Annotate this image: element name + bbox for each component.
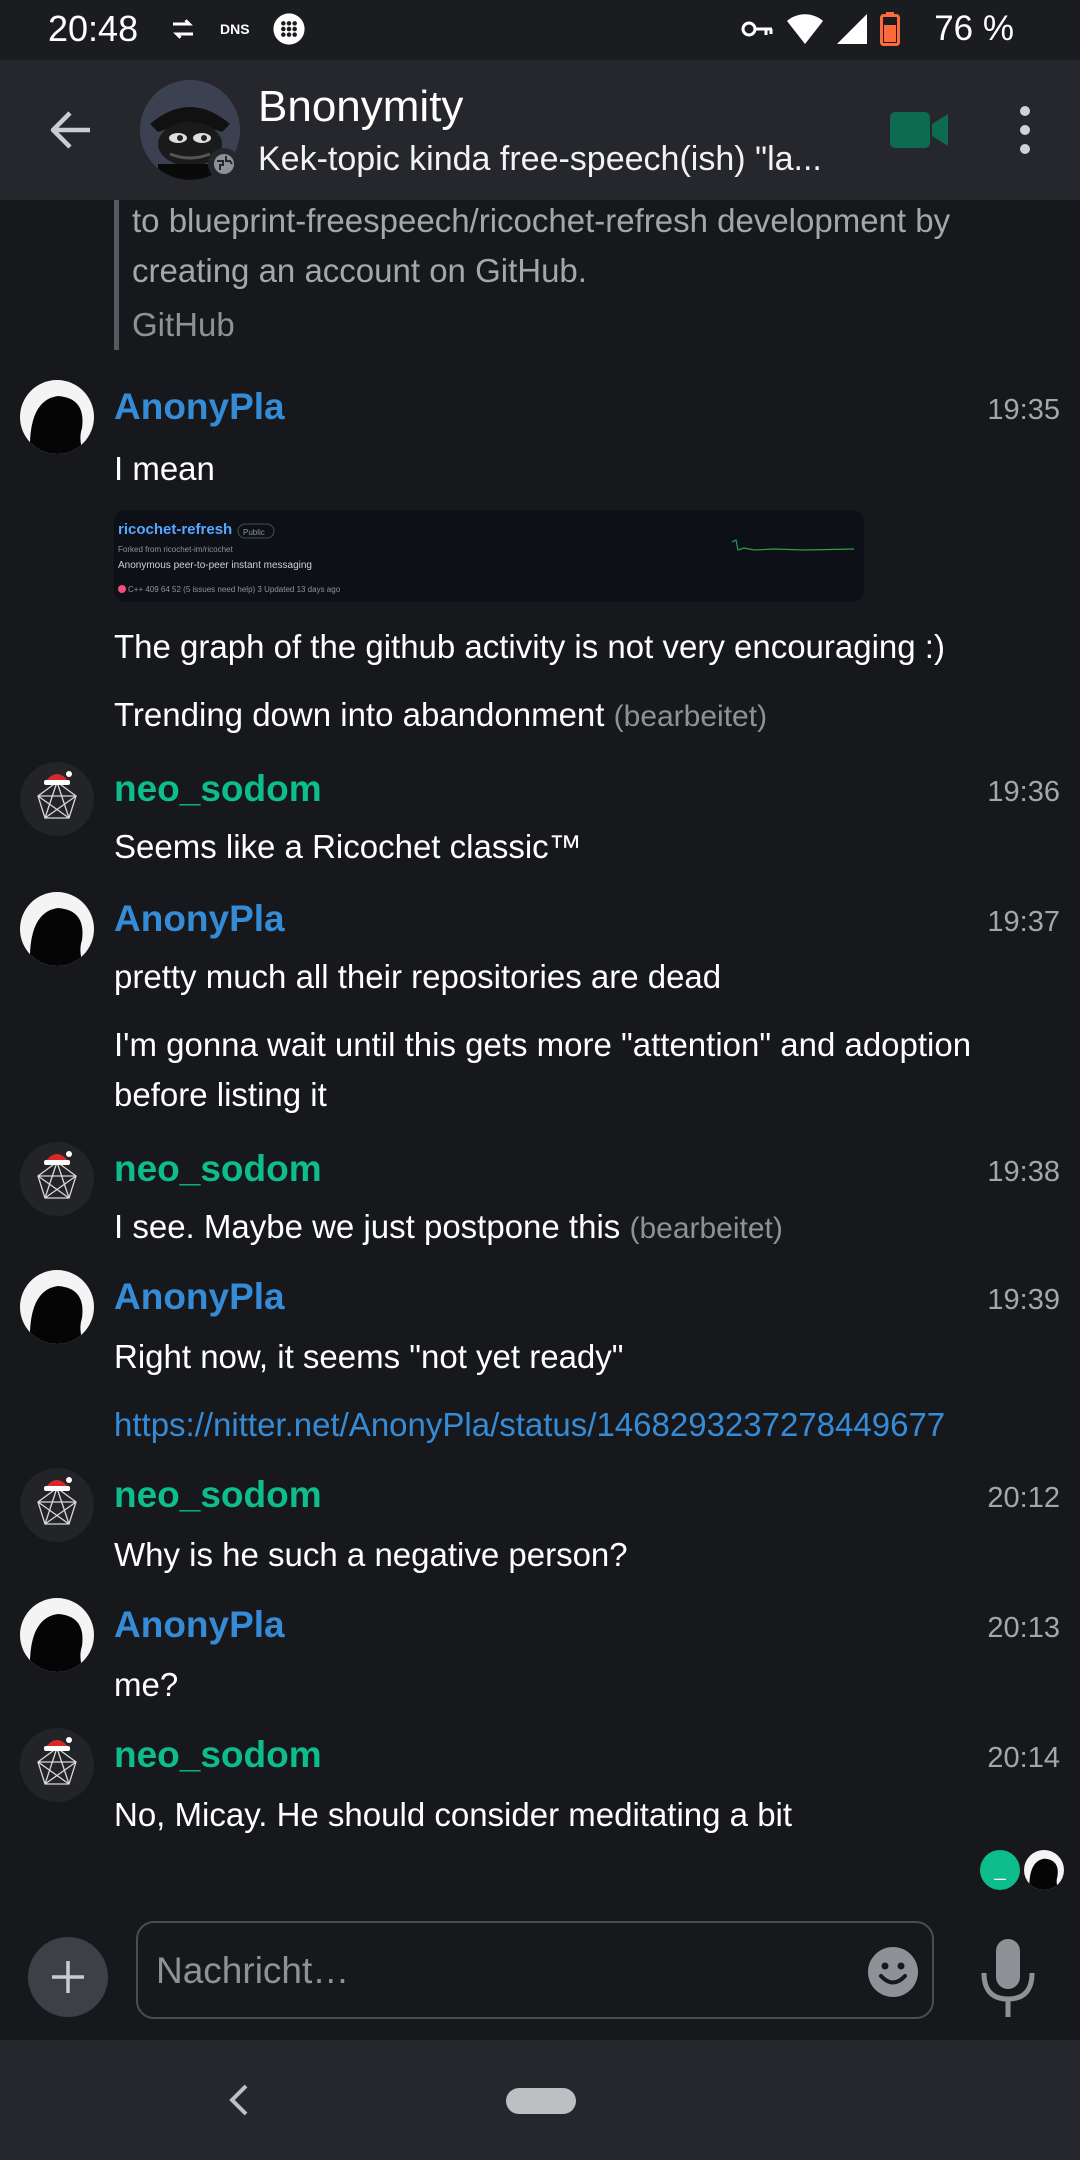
read-receipts[interactable]: _ <box>980 1850 1064 1890</box>
read-receipt-avatar <box>1024 1850 1064 1890</box>
message-text: Right now, it seems "not yet ready" <box>114 1338 624 1375</box>
image-message[interactable]: ricochet-refresh Public Forked from rico… <box>114 510 864 602</box>
sender-name[interactable]: neo_sodom <box>114 1474 322 1516</box>
data-saver-icon <box>173 19 193 39</box>
message-timestamp: 19:39 <box>987 1284 1060 1316</box>
public-room-badge <box>208 148 240 180</box>
avatar[interactable] <box>20 892 94 966</box>
message-timestamp: 19:35 <box>987 394 1060 426</box>
back-arrow-icon <box>50 111 90 149</box>
sender-name[interactable]: AnonyPla <box>114 1604 285 1646</box>
anonypla-avatar <box>20 380 94 454</box>
link-preview-description: to blueprint-freespeech/ricochet-refresh… <box>132 202 951 289</box>
emoji-icon <box>868 1947 918 1997</box>
message-input-box[interactable] <box>136 1921 934 2019</box>
avatar[interactable] <box>20 1468 94 1542</box>
system-navigation-bar <box>0 2040 1080 2160</box>
message-timestamp: 20:13 <box>987 1612 1060 1644</box>
sender-name[interactable]: neo_sodom <box>114 768 322 810</box>
video-call-icon <box>890 112 948 148</box>
message-text: me? <box>114 1666 179 1703</box>
more-vert-icon <box>1020 106 1030 116</box>
edited-marker[interactable]: (bearbeitet) <box>614 700 767 733</box>
sender-name[interactable]: AnonyPla <box>114 898 285 940</box>
vpn-key-icon <box>741 21 773 37</box>
system-back-button[interactable] <box>224 2080 252 2120</box>
svg-text:Anonymous peer-to-peer instant: Anonymous peer-to-peer instant messaging <box>118 560 312 571</box>
dns-icon: DNS <box>220 21 250 37</box>
message-text: The graph of the github activity is not … <box>114 628 945 665</box>
message-timeline[interactable]: to blueprint-freespeech/ricochet-refresh… <box>0 200 1080 1915</box>
video-call-button[interactable] <box>888 108 950 152</box>
svg-text:Public: Public <box>243 528 265 537</box>
avatar[interactable] <box>20 1142 94 1216</box>
neo-sodom-avatar <box>20 1468 94 1542</box>
neo-sodom-avatar <box>20 1728 94 1802</box>
message-timestamp: 19:38 <box>987 1156 1060 1188</box>
message-text: Trending down into abandonment (bearbeit… <box>114 696 768 733</box>
avatar[interactable] <box>20 762 94 836</box>
neo-sodom-avatar <box>20 762 94 836</box>
composer <box>0 1915 1080 2040</box>
emoji-button[interactable] <box>866 1945 920 1999</box>
attach-button[interactable] <box>28 1937 108 2017</box>
anonypla-avatar <box>20 1270 94 1344</box>
link-preview-bar <box>114 200 119 350</box>
battery-icon <box>880 12 900 46</box>
sender-name[interactable]: neo_sodom <box>114 1734 322 1776</box>
message-timestamp: 20:14 <box>987 1742 1060 1774</box>
message-text: I see. Maybe we just postpone this (bear… <box>114 1208 783 1245</box>
message-text: Why is he such a negative person? <box>114 1536 628 1573</box>
sender-name[interactable]: AnonyPla <box>114 386 285 428</box>
message-text: I'm gonna wait until this gets more "att… <box>114 1026 972 1113</box>
wifi-icon <box>787 14 823 44</box>
edited-marker[interactable]: (bearbeitet) <box>629 1212 782 1245</box>
signal-icon <box>837 14 867 44</box>
anonypla-avatar <box>20 1598 94 1672</box>
message-timestamp: 19:37 <box>987 906 1060 938</box>
message-timestamp: 20:12 <box>987 1482 1060 1514</box>
avatar[interactable] <box>20 380 94 454</box>
globe-icon <box>214 154 234 174</box>
svg-text:C++ 409 64 52 (5 issues: C++ 409 64 52 (5 issues need help) 3 Upd… <box>128 585 341 594</box>
message-text: pretty much all their repositories are d… <box>114 958 722 995</box>
sender-name[interactable]: neo_sodom <box>114 1148 322 1190</box>
read-receipt-avatar: _ <box>980 1850 1020 1890</box>
message-link[interactable]: https://nitter.net/AnonyPla/status/14682… <box>114 1400 1054 1450</box>
anonypla-avatar <box>20 892 94 966</box>
message-text: No, Micay. He should consider meditating… <box>114 1796 793 1833</box>
status-bar: 20:48 DNS 76 % <box>0 0 1080 60</box>
room-header: Bnonymity Kek-topic kinda free-speech(is… <box>0 60 1080 200</box>
home-pill[interactable] <box>506 2088 576 2114</box>
more-options-button[interactable] <box>1010 100 1040 160</box>
anonypla-avatar <box>1024 1850 1064 1890</box>
message-text: Seems like a Ricochet classic™ <box>114 828 582 865</box>
app-grid-icon <box>272 13 305 45</box>
link-preview-site[interactable]: GitHub <box>132 306 235 344</box>
message-timestamp: 19:36 <box>987 776 1060 808</box>
message-text: I mean <box>114 450 215 487</box>
back-button[interactable] <box>40 102 100 158</box>
avatar[interactable] <box>20 1270 94 1344</box>
message-input[interactable] <box>156 1943 816 1999</box>
chevron-left-icon <box>229 2084 248 2116</box>
add-icon <box>52 1961 84 1993</box>
status-time: 20:48 <box>48 8 139 49</box>
neo-sodom-avatar <box>20 1142 94 1216</box>
sender-name[interactable]: AnonyPla <box>114 1276 285 1318</box>
avatar[interactable] <box>20 1728 94 1802</box>
avatar[interactable] <box>20 1598 94 1672</box>
room-title[interactable]: Bnonymity <box>258 82 463 132</box>
room-topic[interactable]: Kek-topic kinda free-speech(ish) "la... <box>258 140 838 179</box>
svg-text:ricochet-refresh: ricochet-refresh <box>118 521 232 538</box>
svg-text:Forked from ricochet-im/ricoch: Forked from ricochet-im/ricochet <box>118 545 233 554</box>
github-repo-screenshot: ricochet-refresh Public Forked from rico… <box>114 510 864 602</box>
battery-percent: 76 % <box>934 9 1014 48</box>
voice-message-button[interactable] <box>976 1933 1040 2023</box>
microphone-icon <box>981 1939 1035 2017</box>
